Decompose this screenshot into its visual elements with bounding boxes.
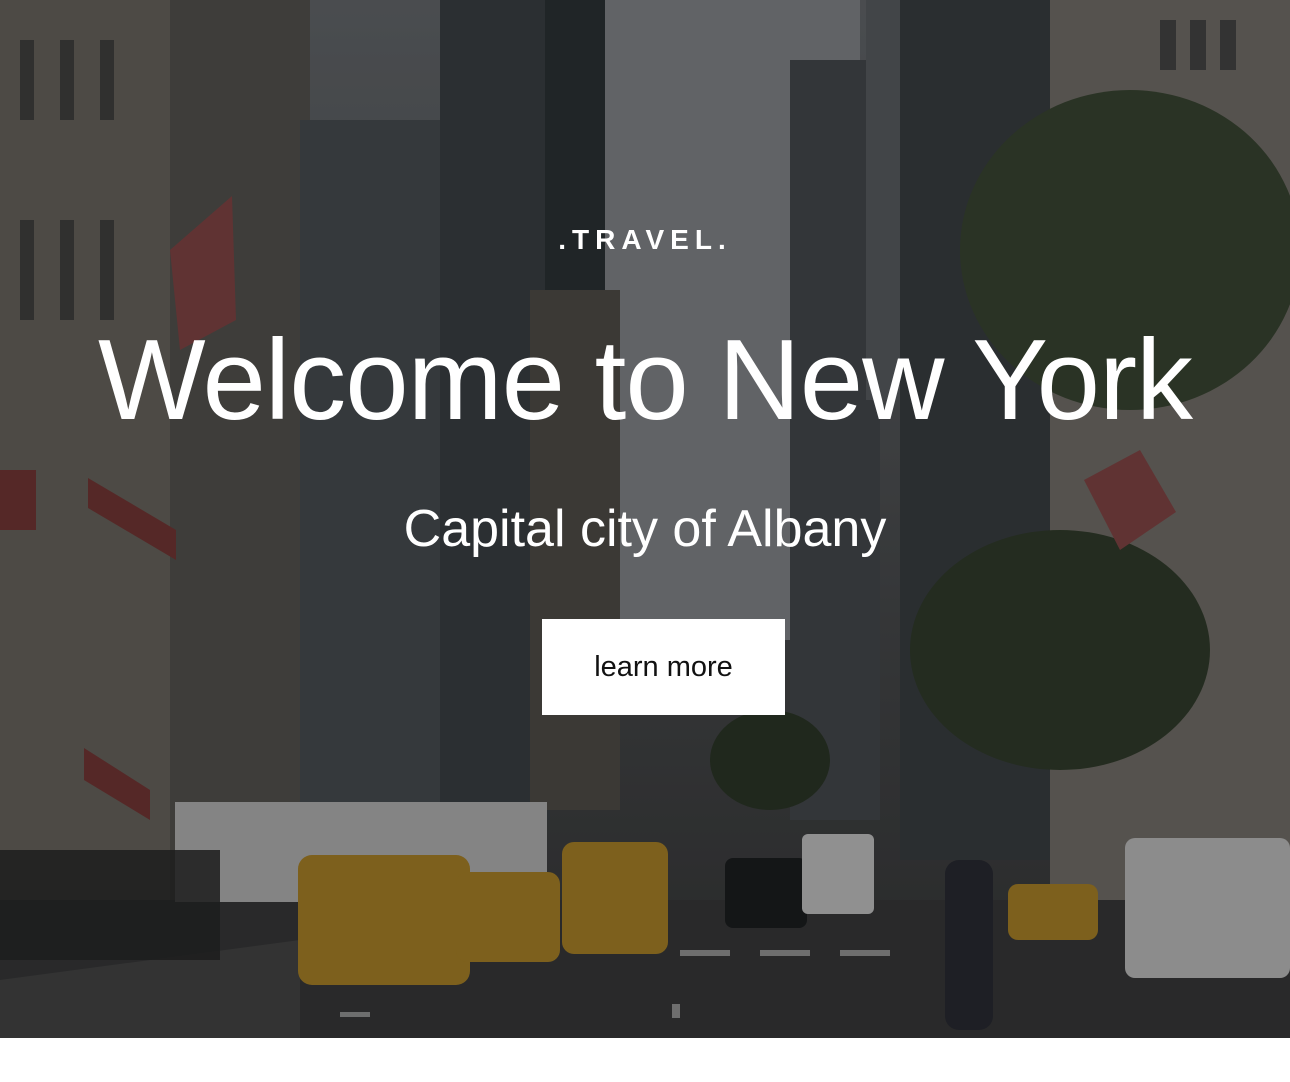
hero-content: .TRAVEL. Welcome to New York Capital cit… bbox=[0, 0, 1290, 1038]
hero-title: Welcome to New York bbox=[97, 317, 1193, 444]
hero-section: .TRAVEL. Welcome to New York Capital cit… bbox=[0, 0, 1290, 1038]
hero-subtitle: Capital city of Albany bbox=[403, 500, 887, 558]
hero-eyebrow: .TRAVEL. bbox=[558, 224, 732, 255]
learn-more-button[interactable]: learn more bbox=[542, 619, 785, 715]
